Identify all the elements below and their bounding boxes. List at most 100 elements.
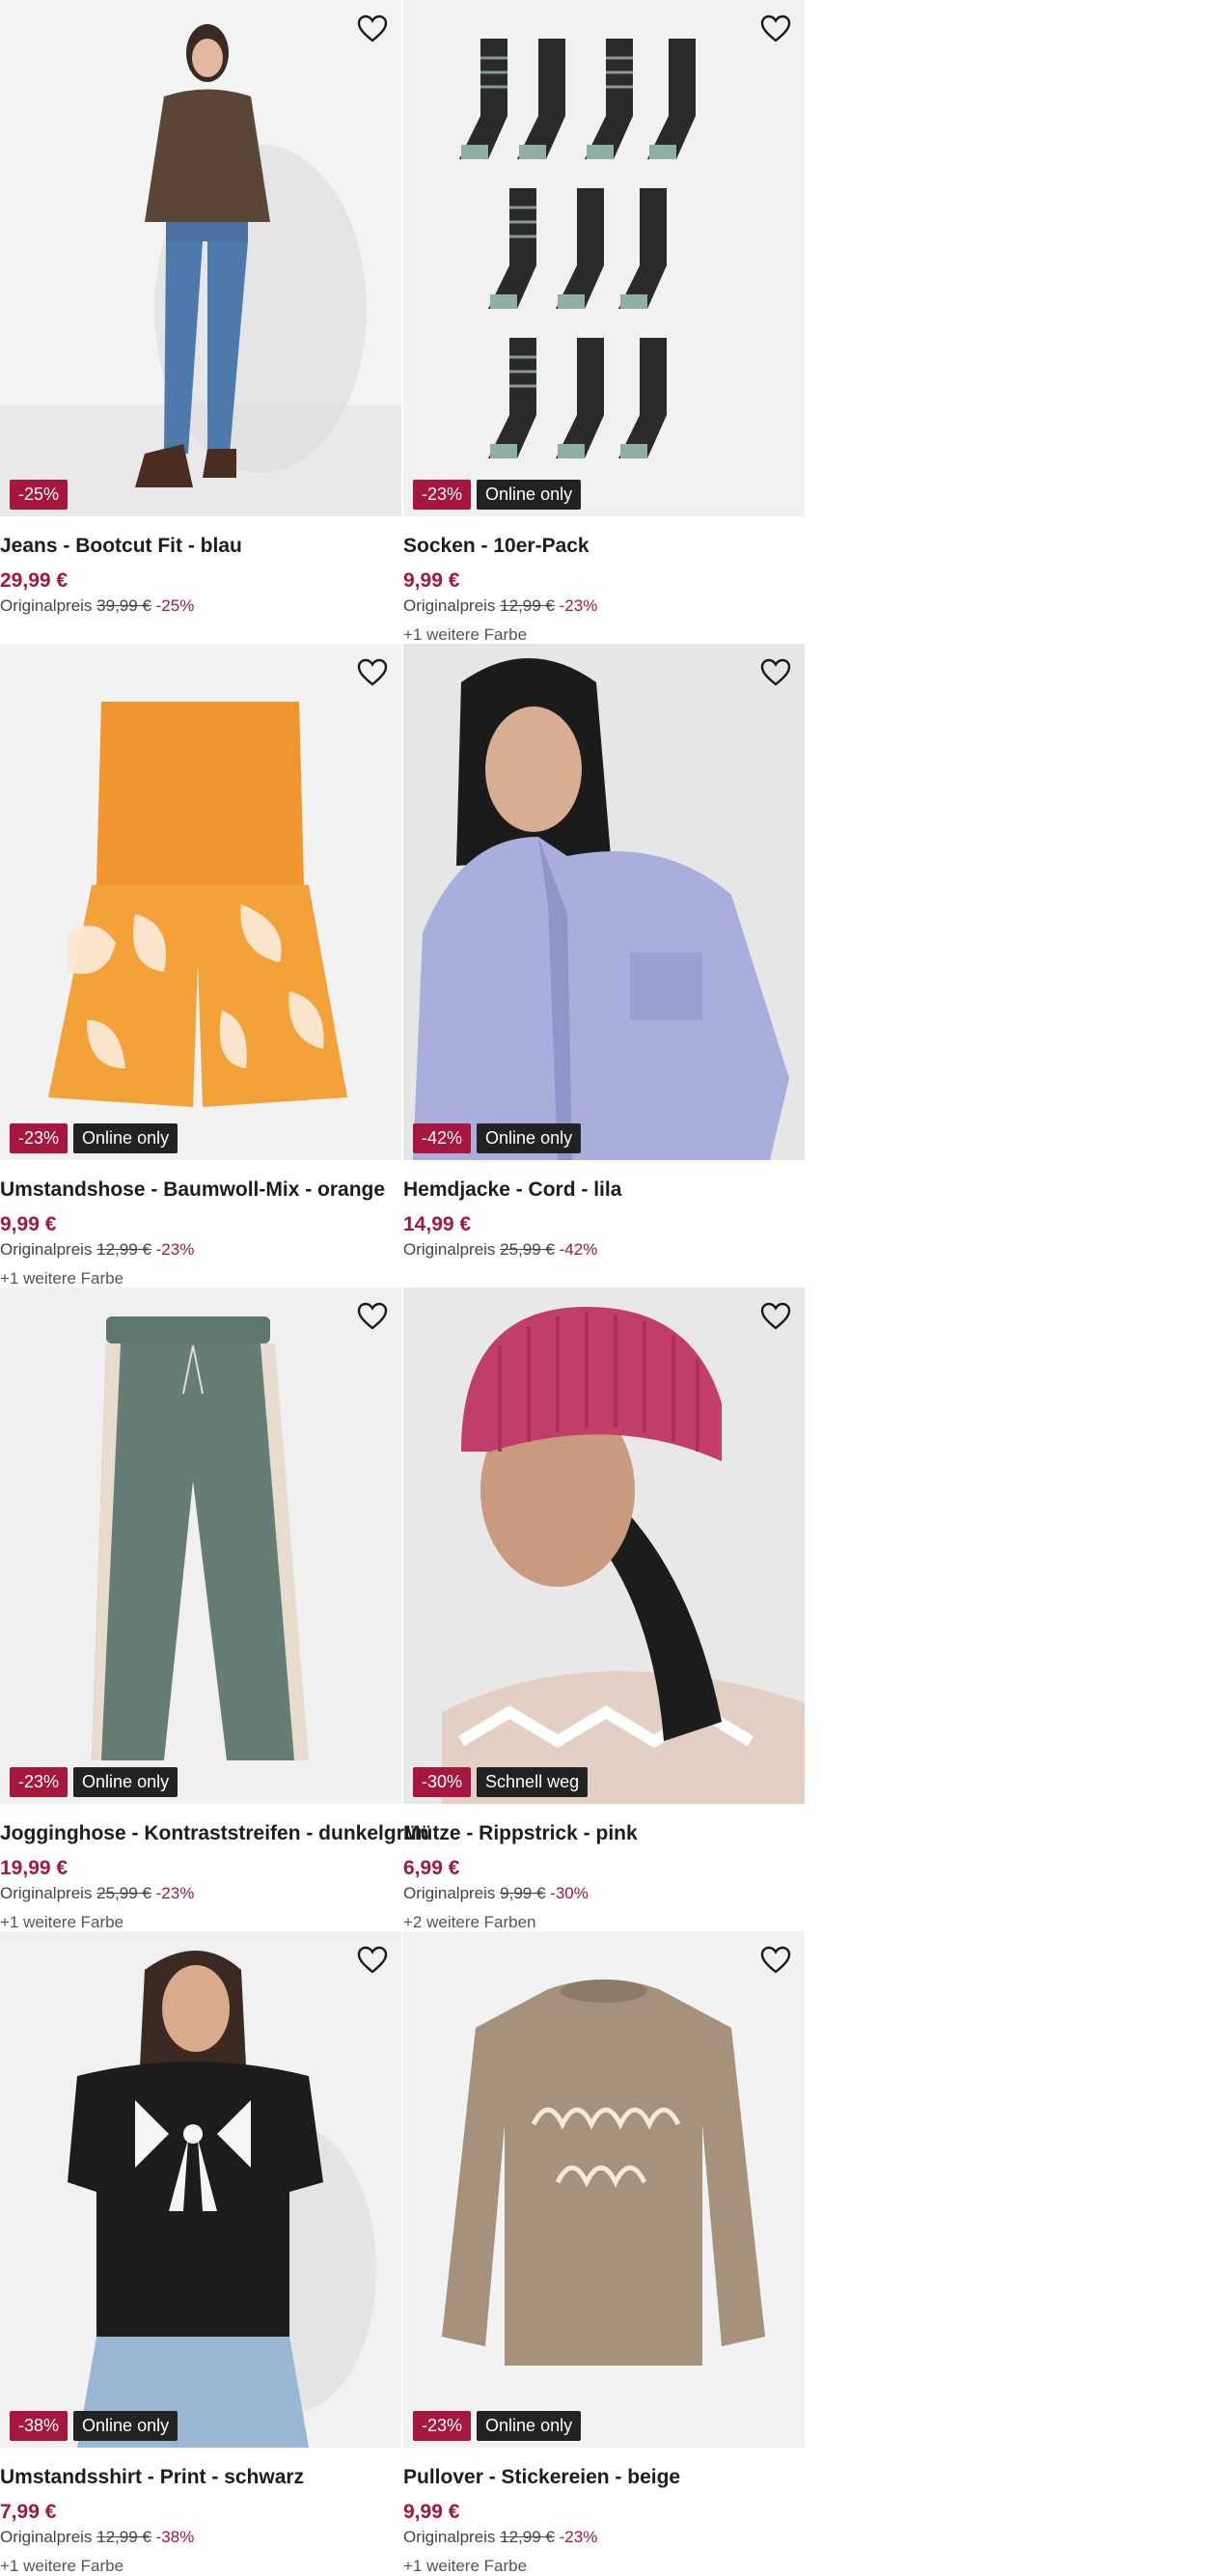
product-image[interactable] [0, 1288, 401, 1804]
discount-percent: -23% [559, 596, 598, 615]
product-image[interactable] [403, 644, 805, 1160]
tag-badge: Online only [73, 2411, 178, 2441]
wishlist-heart-icon[interactable] [353, 1297, 392, 1336]
product-card[interactable]: -23% Online only Umstandshose - Baumwoll… [0, 644, 401, 1288]
discount-percent: -23% [155, 1884, 195, 1902]
original-price-row: Originalpreis 25,99 € -23% [0, 1883, 405, 1904]
original-price-row: Originalpreis 12,99 € -38% [0, 2527, 405, 2548]
discount-percent: -42% [559, 1240, 598, 1259]
discount-percent: -30% [550, 1884, 589, 1902]
original-price-label: Originalpreis [403, 1240, 496, 1259]
product-title[interactable]: Socken - 10er-Pack [403, 534, 809, 559]
badge-row: -23% Online only [10, 1123, 178, 1153]
more-colors-link[interactable]: +2 weitere Farben [403, 1912, 809, 1933]
badge-row: -23% Online only [10, 1767, 178, 1797]
socks-pack-image [403, 0, 805, 516]
product-card[interactable]: -25% Jeans - Bootcut Fit - blau 29,99 € … [0, 0, 401, 644]
sale-price: 7,99 € [0, 2501, 57, 2523]
product-title[interactable]: Umstandshose - Baumwoll-Mix - orange [0, 1177, 405, 1203]
original-price: 9,99 € [500, 1884, 546, 1902]
beanie-model-image [403, 1288, 805, 1804]
product-title[interactable]: Jogginghose - Kontraststreifen - dunkelg… [0, 1821, 429, 1846]
original-price-label: Originalpreis [403, 2528, 496, 2546]
wishlist-heart-icon[interactable] [756, 1297, 795, 1336]
original-price-label: Originalpreis [0, 596, 93, 615]
product-image[interactable] [403, 0, 805, 516]
original-price: 12,99 € [500, 596, 555, 615]
discount-badge: -25% [10, 480, 69, 510]
product-card[interactable]: -23% Online only Jogginghose - Kontrasts… [0, 1288, 429, 1931]
product-title[interactable]: Pullover - Stickereien - beige [403, 2465, 809, 2490]
more-colors-link[interactable]: +1 weitere Farbe [403, 624, 809, 646]
jogging-pants-image [0, 1288, 401, 1804]
original-price: 25,99 € [500, 1240, 555, 1259]
original-price: 25,99 € [96, 1884, 151, 1902]
sale-price: 9,99 € [403, 569, 460, 592]
product-image[interactable] [0, 0, 401, 516]
more-colors-link[interactable]: +1 weitere Farbe [0, 2556, 405, 2576]
original-price-row: Originalpreis 39,99 € -25% [0, 596, 405, 617]
wishlist-heart-icon[interactable] [756, 10, 795, 48]
original-price-label: Originalpreis [403, 1884, 496, 1902]
original-price: 12,99 € [96, 1240, 151, 1259]
discount-badge: -38% [10, 2411, 69, 2441]
tag-badge: Online only [477, 2411, 582, 2441]
product-card[interactable]: -42% Online only Hemdjacke - Cord - lila… [403, 644, 805, 1288]
original-price: 12,99 € [500, 2528, 555, 2546]
jeans-model-image [0, 0, 401, 516]
product-grid: -25% Jeans - Bootcut Fit - blau 29,99 € … [0, 0, 805, 2575]
tag-badge: Online only [477, 480, 582, 510]
discount-badge: -23% [10, 1123, 69, 1153]
product-image[interactable] [403, 1931, 805, 2448]
product-card[interactable]: -30% Schnell weg Mütze - Rippstrick - pi… [403, 1288, 805, 1931]
wishlist-heart-icon[interactable] [353, 1941, 392, 1980]
badge-row: -30% Schnell weg [413, 1767, 589, 1797]
original-price-row: Originalpreis 25,99 € -42% [403, 1239, 809, 1260]
sale-price: 9,99 € [0, 1213, 57, 1235]
product-card[interactable]: -23% Online only Socken - 10er-Pack 9,99… [403, 0, 805, 644]
discount-percent: -23% [559, 2528, 598, 2546]
product-title[interactable]: Hemdjacke - Cord - lila [403, 1177, 809, 1203]
more-colors-link[interactable]: +1 weitere Farbe [0, 1912, 405, 1933]
tag-badge: Schnell weg [477, 1767, 589, 1797]
wishlist-heart-icon[interactable] [756, 653, 795, 692]
product-card[interactable]: -38% Online only Umstandsshirt - Print -… [0, 1931, 401, 2575]
more-colors-link[interactable]: +1 weitere Farbe [0, 1268, 405, 1289]
discount-badge: -23% [413, 480, 472, 510]
badge-row: -23% Online only [413, 480, 582, 510]
product-card[interactable]: -23% Online only Pullover - Stickereien … [403, 1931, 805, 2575]
sweater-image [403, 1931, 805, 2448]
original-price-row: Originalpreis 12,99 € -23% [403, 2527, 809, 2548]
sale-price: 9,99 € [403, 2501, 460, 2523]
product-image[interactable] [0, 644, 401, 1160]
original-price: 39,99 € [96, 596, 151, 615]
discount-percent: -23% [155, 1240, 195, 1259]
sale-price: 6,99 € [403, 1857, 460, 1879]
original-price-row: Originalpreis 12,99 € -23% [0, 1239, 405, 1260]
shirt-jacket-model-image [403, 644, 805, 1160]
discount-badge: -23% [10, 1767, 69, 1797]
original-price-label: Originalpreis [0, 1884, 93, 1902]
original-price-label: Originalpreis [403, 596, 496, 615]
product-title[interactable]: Jeans - Bootcut Fit - blau [0, 534, 405, 559]
product-title[interactable]: Umstandsshirt - Print - schwarz [0, 2465, 405, 2490]
maternity-shirt-model-image [0, 1931, 401, 2448]
discount-badge: -30% [413, 1767, 472, 1797]
original-price-row: Originalpreis 9,99 € -30% [403, 1883, 809, 1904]
original-price: 12,99 € [96, 2528, 151, 2546]
more-colors-link[interactable]: +1 weitere Farbe [403, 2556, 809, 2576]
sale-price: 19,99 € [0, 1857, 69, 1879]
sale-price: 14,99 € [403, 1213, 472, 1235]
discount-percent: -38% [155, 2528, 195, 2546]
wishlist-heart-icon[interactable] [353, 653, 392, 692]
badge-row: -23% Online only [413, 2411, 582, 2441]
tag-badge: Online only [73, 1767, 178, 1797]
wishlist-heart-icon[interactable] [353, 10, 392, 48]
discount-percent: -25% [155, 596, 195, 615]
product-title[interactable]: Mütze - Rippstrick - pink [403, 1821, 809, 1846]
tag-badge: Online only [477, 1123, 582, 1153]
discount-badge: -23% [413, 2411, 472, 2441]
product-image[interactable] [0, 1931, 401, 2448]
product-image[interactable] [403, 1288, 805, 1804]
wishlist-heart-icon[interactable] [756, 1941, 795, 1980]
